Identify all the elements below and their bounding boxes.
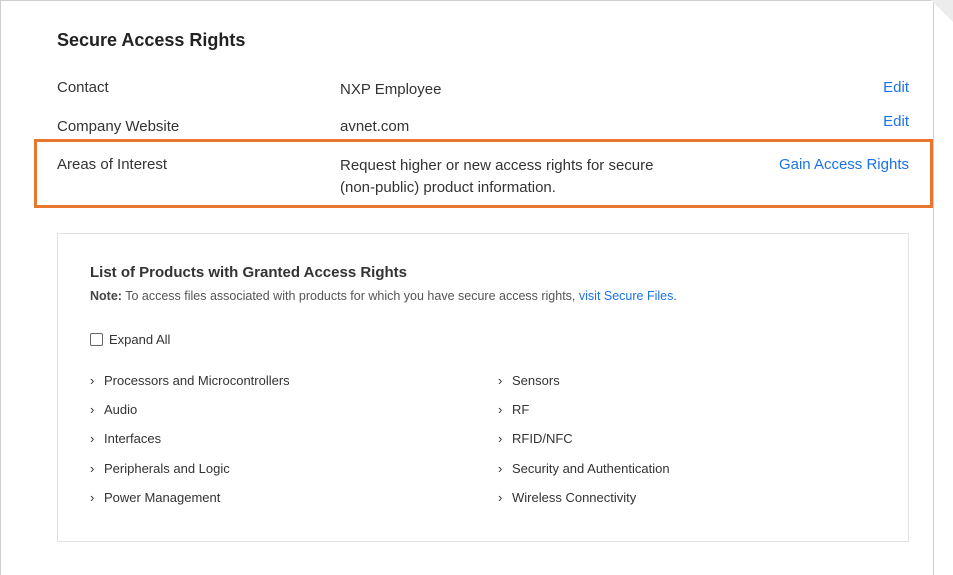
product-category-label: Audio	[104, 402, 138, 418]
products-list-right: › Sensors › RF › RFID/NFC › Security and Aut…	[498, 373, 670, 519]
product-category-item[interactable]: › Processors and Microcontrollers	[90, 373, 290, 402]
chevron-right-icon: ›	[90, 460, 95, 476]
chevron-right-icon: ›	[90, 373, 95, 388]
chevron-right-icon: ›	[90, 402, 95, 418]
chevron-right-icon: ›	[90, 489, 95, 505]
expand-all-checkbox[interactable]	[90, 333, 103, 346]
chevron-right-icon: ›	[498, 460, 503, 476]
product-category-item[interactable]: › Peripherals and Logic	[90, 461, 290, 490]
company-website-label: Company Website	[57, 118, 180, 135]
visit-secure-files-link[interactable]: visit Secure Files	[579, 289, 673, 303]
chevron-right-icon: ›	[498, 489, 503, 505]
chevron-right-icon: ›	[498, 373, 503, 388]
company-website-value: avnet.com	[340, 118, 410, 135]
chevron-right-icon: ›	[498, 431, 503, 447]
chevron-right-icon: ›	[90, 431, 95, 447]
product-category-item[interactable]: › RF	[498, 402, 670, 431]
note-text: To access files associated with products…	[121, 289, 579, 303]
product-category-label: RF	[512, 402, 530, 418]
product-category-label: Processors and Microcontrollers	[104, 373, 290, 388]
contact-label: Contact	[57, 79, 109, 96]
note-end: .	[673, 289, 677, 303]
section-title: Secure Access Rights	[57, 30, 246, 50]
expand-all-toggle[interactable]: Expand All	[90, 332, 170, 347]
chevron-right-icon: ›	[498, 402, 503, 418]
product-category-item[interactable]: › Power Management	[90, 490, 290, 519]
products-panel: List of Products with Granted Access Rig…	[57, 233, 909, 542]
expand-all-label: Expand All	[109, 332, 171, 347]
page-corner-shade	[931, 0, 953, 22]
edit-company-website-link[interactable]: Edit	[883, 113, 909, 130]
product-category-label: Wireless Connectivity	[512, 489, 637, 505]
product-category-item[interactable]: › Interfaces	[90, 431, 290, 460]
product-category-label: Peripherals and Logic	[104, 460, 230, 476]
product-category-label: Security and Authentication	[512, 460, 670, 476]
product-category-label: Power Management	[104, 489, 221, 505]
product-category-label: RFID/NFC	[512, 431, 573, 447]
edit-contact-link[interactable]: Edit	[883, 79, 909, 96]
products-panel-title: List of Products with Granted Access Rig…	[90, 264, 407, 281]
product-category-label: Interfaces	[104, 431, 162, 447]
product-category-item[interactable]: › Wireless Connectivity	[498, 490, 670, 519]
highlight-box	[34, 139, 933, 208]
note-label: Note:	[90, 289, 122, 303]
products-list-left: › Processors and Microcontrollers › Audio …	[90, 373, 290, 519]
product-category-label: Sensors	[512, 373, 560, 388]
secure-files-note: Note: To access files associated with pr…	[90, 289, 677, 303]
product-category-item[interactable]: › Security and Authentication	[498, 461, 670, 490]
product-category-item[interactable]: › Sensors	[498, 373, 670, 402]
product-category-item[interactable]: › Audio	[90, 402, 290, 431]
contact-value: NXP Employee	[340, 81, 442, 98]
product-category-item[interactable]: › RFID/NFC	[498, 431, 670, 460]
